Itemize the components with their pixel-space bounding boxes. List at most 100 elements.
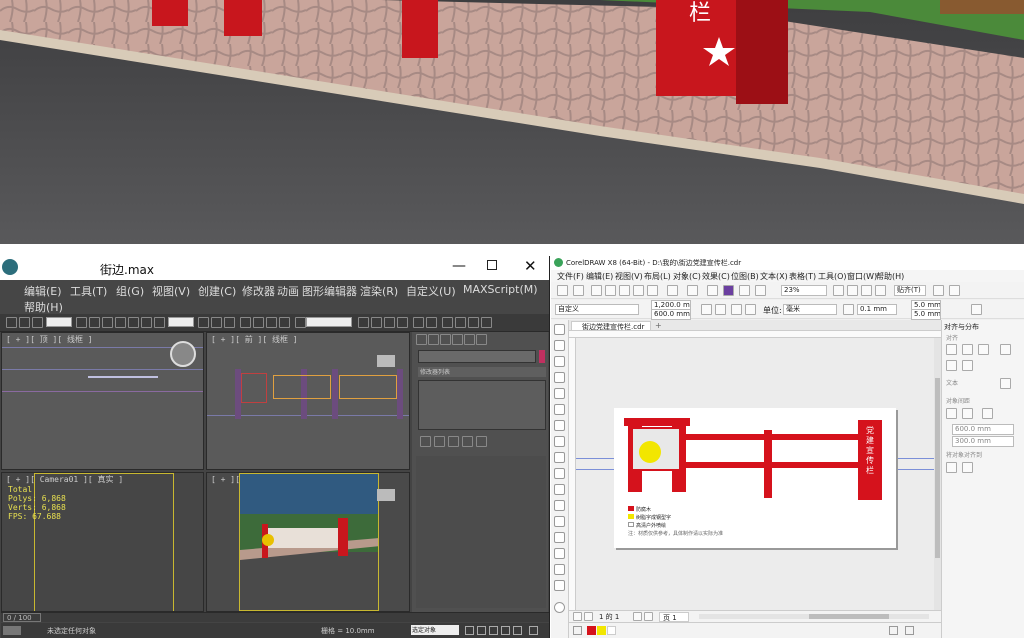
display-tab-icon[interactable] — [464, 334, 475, 345]
minimize-icon[interactable]: — — [452, 258, 466, 274]
connector-tool-icon[interactable] — [554, 500, 565, 511]
zoom-level-field[interactable]: 23% — [781, 285, 827, 296]
search-content-icon[interactable] — [707, 285, 718, 296]
crop-tool-icon[interactable] — [554, 356, 565, 367]
horizontal-ruler[interactable] — [569, 331, 941, 338]
corel-menu-bitmaps[interactable]: 位图(B) — [731, 271, 759, 282]
fill-indicator-icon[interactable] — [889, 626, 898, 635]
named-selection-icon[interactable] — [295, 317, 306, 328]
menu-group[interactable]: 组(G) — [116, 283, 144, 299]
window-crossing-icon[interactable] — [115, 317, 126, 328]
outline-indicator-icon[interactable] — [905, 626, 914, 635]
pivot-icon[interactable] — [198, 317, 209, 328]
corel-menu-object[interactable]: 对象(C) — [673, 271, 701, 282]
select-by-name-icon[interactable] — [89, 317, 100, 328]
pick-tool-icon[interactable] — [554, 324, 565, 335]
landscape-icon[interactable] — [715, 304, 726, 315]
time-slider-thumb[interactable] — [3, 613, 41, 622]
menu-modifiers[interactable]: 修改器 — [242, 283, 275, 299]
modifier-list-dropdown[interactable]: 修改器列表 — [418, 367, 546, 377]
time-slider[interactable]: 0 / 100 — [1, 612, 549, 622]
duplicate-y-field[interactable]: 5.0 mm — [911, 309, 941, 320]
show-guidelines-icon[interactable] — [875, 285, 886, 296]
align-center-icon[interactable] — [962, 344, 973, 355]
show-rulers-icon[interactable] — [847, 285, 858, 296]
new-tab-plus-icon[interactable]: + — [655, 321, 664, 330]
key-mode-dropdown[interactable]: 选定对象 — [411, 625, 459, 635]
vertical-ruler[interactable] — [569, 338, 576, 610]
align-top-icon[interactable] — [1000, 344, 1011, 355]
menu-animation[interactable]: 动画 — [277, 283, 299, 299]
schematic-view-icon[interactable] — [426, 317, 437, 328]
hierarchy-tab-icon[interactable] — [440, 334, 451, 345]
menu-rendering[interactable]: 渲染(R) — [360, 283, 398, 299]
snap-to-dropdown[interactable]: 贴齐(T) — [894, 285, 926, 296]
ribbon-icon[interactable] — [397, 317, 408, 328]
rotate-icon[interactable] — [141, 317, 152, 328]
transparency-icon[interactable] — [554, 532, 565, 543]
menu-customize[interactable]: 自定义(U) — [406, 283, 456, 299]
render-production-icon[interactable] — [481, 317, 492, 328]
pin-stack-icon[interactable] — [420, 436, 431, 447]
3dsmax-logo-icon[interactable] — [2, 259, 18, 275]
distribute-spacing-icon[interactable] — [982, 408, 993, 419]
select-icon[interactable] — [76, 317, 87, 328]
previous-frame-icon[interactable] — [477, 626, 486, 635]
units-dropdown[interactable]: 毫米 — [783, 304, 837, 315]
distribute-center-icon[interactable] — [962, 408, 973, 419]
corel-menu-text[interactable]: 文本(X) — [760, 271, 788, 282]
portrait-icon[interactable] — [701, 304, 712, 315]
play-icon[interactable] — [489, 626, 498, 635]
horizontal-scroll-thumb[interactable] — [809, 614, 889, 619]
modifier-stack[interactable] — [418, 380, 546, 430]
corel-menu-table[interactable]: 表格(T) — [789, 271, 816, 282]
keyboard-shortcut-icon[interactable] — [224, 317, 235, 328]
align-bottom-icon[interactable] — [962, 360, 973, 371]
zoom-tool-icon[interactable] — [554, 372, 565, 383]
current-page-icon[interactable] — [745, 304, 756, 315]
scale-icon[interactable] — [154, 317, 165, 328]
horizontal-scrollbar[interactable] — [699, 614, 929, 619]
move-icon[interactable] — [128, 317, 139, 328]
text-tool-icon[interactable] — [554, 468, 565, 479]
corel-menu-window[interactable]: 窗口(W) — [847, 271, 877, 282]
first-page-icon[interactable] — [573, 612, 582, 621]
reference-coord-dropdown[interactable] — [168, 317, 194, 327]
menu-graph-editors[interactable]: 图形编辑器 — [302, 283, 357, 299]
vertical-scroll-thumb[interactable] — [935, 378, 940, 558]
save-icon[interactable] — [591, 285, 602, 296]
named-selection-dropdown[interactable] — [306, 317, 352, 327]
cut-icon[interactable] — [619, 285, 630, 296]
copy-icon[interactable] — [633, 285, 644, 296]
viewport-top-label[interactable]: [ + ][ 顶 ][ 线框 ] — [6, 334, 93, 345]
percent-snap-icon[interactable] — [266, 317, 277, 328]
import-icon[interactable] — [723, 285, 734, 296]
white-swatch[interactable] — [607, 626, 616, 635]
render-setup-icon[interactable] — [455, 317, 466, 328]
maximize-icon[interactable] — [487, 260, 497, 270]
align-left-icon[interactable] — [946, 344, 957, 355]
nudge-distance-field[interactable]: 0.1 mm — [857, 304, 897, 315]
align-to-grid-icon[interactable] — [962, 462, 973, 473]
undo-icon[interactable] — [667, 285, 678, 296]
viewcube-icon[interactable] — [377, 355, 395, 367]
previous-page-icon[interactable] — [584, 612, 593, 621]
polygon-tool-icon[interactable] — [554, 452, 565, 463]
page-size-dropdown[interactable]: 自定义 — [555, 304, 639, 315]
menu-view[interactable]: 视图(V) — [152, 283, 190, 299]
corel-menu-help[interactable]: 帮助(H) — [876, 271, 904, 282]
smart-fill-icon[interactable] — [554, 580, 565, 591]
viewcube-icon[interactable] — [377, 489, 395, 501]
align-icon[interactable] — [371, 317, 382, 328]
go-to-end-icon[interactable] — [513, 626, 522, 635]
page-tab[interactable]: 页 1 — [659, 612, 689, 622]
publish-pdf-icon[interactable] — [755, 285, 766, 296]
application-launcher-icon[interactable] — [949, 285, 960, 296]
docker-x-field[interactable]: 600.0 mm — [952, 424, 1014, 435]
add-tool-icon[interactable] — [554, 602, 565, 613]
mirror-icon[interactable] — [358, 317, 369, 328]
drawing-page[interactable]: 党建宣传栏 防腐木 树脂字成钢型字 高清户外喷绘 注：材质仅供参考，具体制作请以… — [614, 408, 896, 548]
angle-snap-icon[interactable] — [253, 317, 264, 328]
distribute-left-icon[interactable] — [946, 408, 957, 419]
eyedropper-icon[interactable] — [554, 548, 565, 559]
